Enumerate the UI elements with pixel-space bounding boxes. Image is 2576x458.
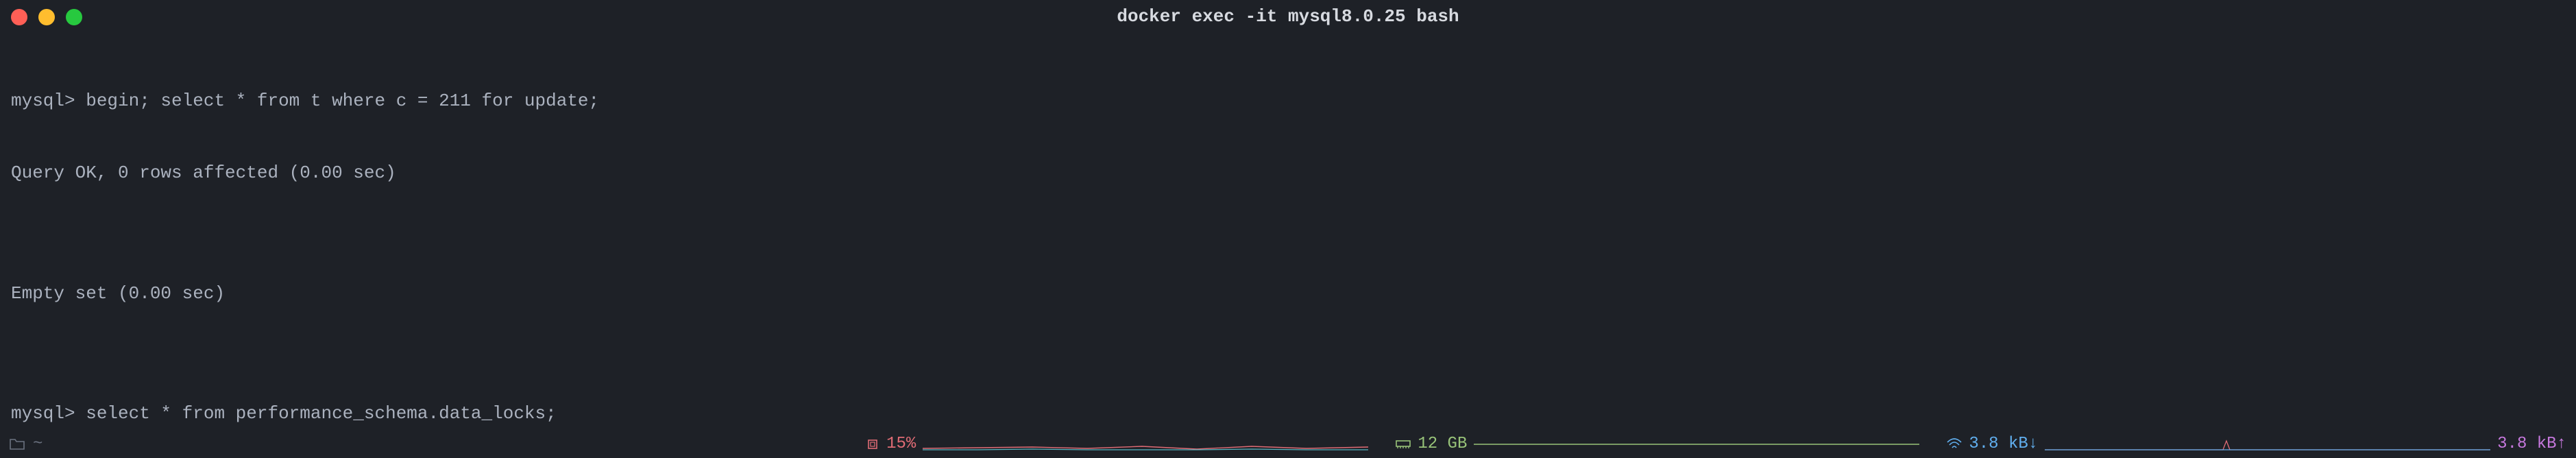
cpu-icon [866,437,879,451]
net-up: 3.8 kB↑ [2497,433,2566,455]
status-net: 3.8 kB↓ 3.8 kB↑ [1947,433,2566,455]
cwd-text: ~ [33,433,42,455]
window-controls [11,9,82,25]
net-down: 3.8 kB↓ [1969,433,2038,455]
network-icon [1947,438,1962,450]
terminal-line: Empty set (0.00 sec) [11,282,2565,306]
status-ram: 12 GB [1396,433,1919,455]
cpu-percent: 15% [886,433,916,455]
titlebar: docker exec -it mysql8.0.25 bash [0,0,2576,34]
folder-icon [10,438,25,450]
ram-sparkline [1474,438,1919,450]
close-icon[interactable] [11,9,27,25]
terminal-line: Query OK, 0 rows affected (0.00 sec) [11,161,2565,185]
cpu-sparkline [923,438,1368,450]
ram-icon [1396,439,1411,450]
status-bar: ~ 15% 12 GB 3.8 kB↓ [0,431,2576,458]
ram-value: 12 GB [1418,433,1467,455]
window-title: docker exec -it mysql8.0.25 bash [1117,5,1459,29]
status-cpu: 15% [866,433,1368,455]
terminal-line: mysql> begin; select * from t where c = … [11,89,2565,113]
minimize-icon[interactable] [38,9,55,25]
status-cwd: ~ [10,433,42,455]
net-sparkline [2045,438,2490,450]
zoom-icon[interactable] [66,9,82,25]
terminal-line: mysql> select * from performance_schema.… [11,402,2565,426]
terminal-output[interactable]: mysql> begin; select * from t where c = … [0,34,2576,458]
